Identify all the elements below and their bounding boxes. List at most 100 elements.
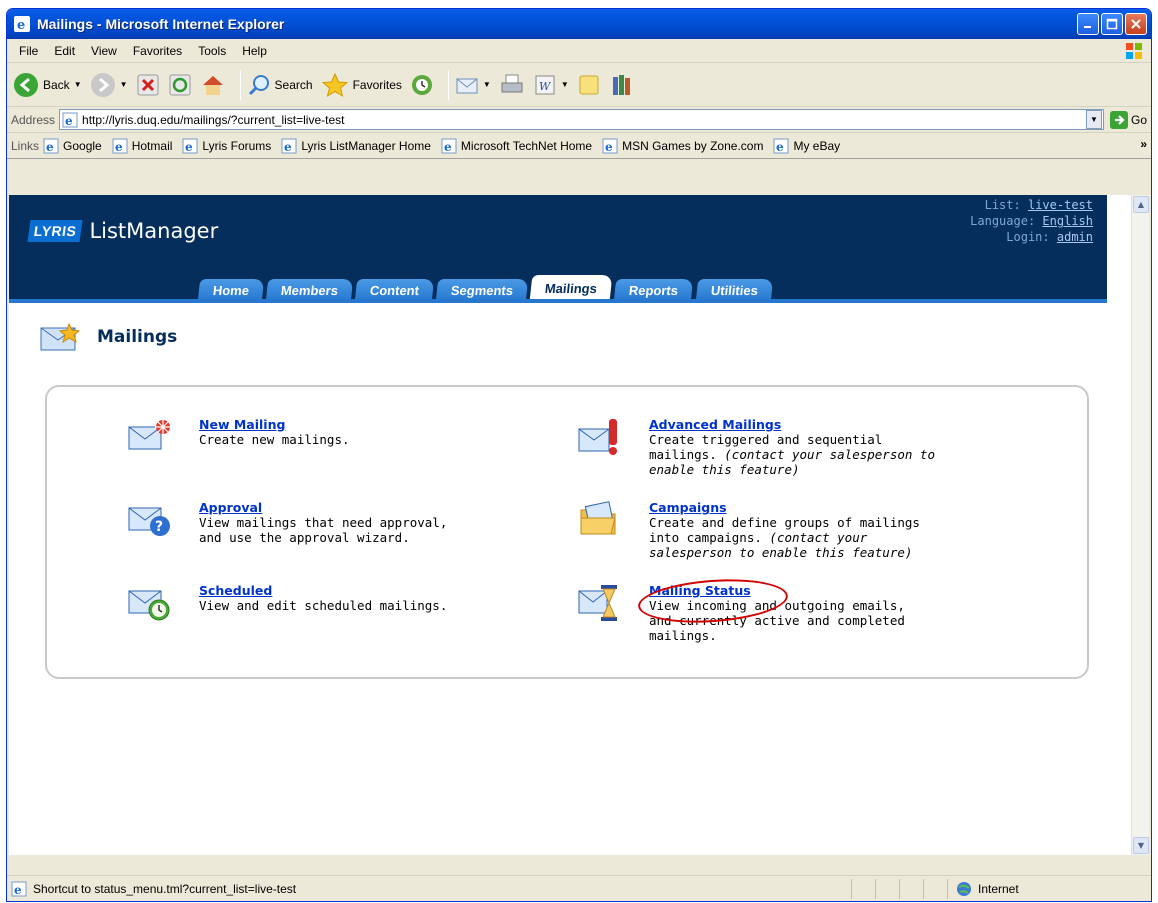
tab-home[interactable]: Home [197,279,265,301]
status-message: e Shortcut to status_menu.tml?current_li… [7,881,851,897]
forward-arrow-icon [90,72,115,97]
ie-page-icon: e [773,138,789,154]
title-bar: e Mailings - Microsoft Internet Explorer [7,9,1151,39]
lyris-header: LYRIS ListManager List: live-test Langua… [9,195,1107,301]
go-label: Go [1130,112,1147,127]
link-lyris-listmanager-home[interactable]: e Lyris ListManager Home [281,138,431,154]
links-more-chevron-icon[interactable]: » [1140,137,1147,151]
print-button[interactable] [499,73,525,97]
svg-text:e: e [14,883,22,897]
page-heading: Mailings [39,320,177,354]
address-url: http://lyris.duq.edu/mailings/?current_l… [82,112,345,127]
back-dropdown-icon[interactable]: ▼ [74,80,82,89]
mailings-icon [40,322,81,351]
menu-edit[interactable]: Edit [46,42,83,60]
link-google[interactable]: e Google [43,138,102,154]
svg-text:e: e [17,18,25,33]
favorites-button[interactable]: Favorites [321,72,402,98]
link-lyris-forums[interactable]: e Lyris Forums [182,138,271,154]
scheduled-link[interactable]: Scheduled [199,583,447,598]
discuss-button[interactable] [577,73,601,97]
menu-view[interactable]: View [83,42,125,60]
campaigns-link[interactable]: Campaigns [649,500,920,515]
lyris-badge: LYRIS [27,220,83,242]
minimize-button[interactable] [1077,13,1099,35]
mail-dropdown-icon[interactable]: ▼ [483,80,491,89]
research-button[interactable] [609,73,635,97]
advanced-mailings-link[interactable]: Advanced Mailings [649,417,935,432]
campaigns-desc-line1: Create and define groups of mailings [649,515,920,530]
zone-text: Internet [978,881,1019,896]
ie-page-icon: e [11,881,27,897]
new-mailing-link[interactable]: New Mailing [199,417,350,432]
option-campaigns: Campaigns Create and define groups of ma… [577,500,920,560]
link-msn-games[interactable]: e MSN Games by Zone.com [602,138,763,154]
maximize-button[interactable] [1101,13,1123,35]
svg-text:?: ? [155,519,163,535]
back-label: Back [43,77,70,92]
option-new-mailing: New Mailing Create new mailings. [127,417,350,457]
close-button[interactable] [1125,13,1147,35]
tab-mailings[interactable]: Mailings [530,275,613,301]
link-hotmail[interactable]: e Hotmail [112,138,173,154]
vertical-scrollbar[interactable]: ▲ ▼ [1131,195,1149,855]
svg-text:e: e [605,140,613,154]
menu-tools[interactable]: Tools [190,42,234,60]
advanced-desc-mailings: mailings. [649,447,717,462]
forward-button[interactable]: ▼ [90,72,128,98]
login-link[interactable]: admin [1057,230,1093,244]
language-link[interactable]: English [1042,214,1093,228]
resize-grip-icon[interactable] [1137,879,1151,899]
back-button[interactable]: Back ▼ [13,72,82,98]
svg-text:e: e [46,140,54,154]
links-bar: Links e Google e Hotmail e Lyris Forums … [7,133,1151,159]
link-microsoft-technet-home[interactable]: e Microsoft TechNet Home [441,138,592,154]
print-icon [501,74,523,92]
toolbar: Back ▼ ▼ Search Favorites ▼ W ▼ [7,63,1151,107]
mailing-status-link[interactable]: Mailing Status [649,583,905,598]
tab-members[interactable]: Members [265,279,354,301]
browser-window: e Mailings - Microsoft Internet Explorer… [6,8,1152,902]
status-cell [875,878,899,899]
tab-content[interactable]: Content [355,279,435,301]
option-advanced-mailings: Advanced Mailings Create triggered and s… [577,417,935,477]
history-icon [411,74,432,95]
page-title: Mailings [97,327,178,347]
scheduled-desc: View and edit scheduled mailings. [199,598,448,613]
refresh-button[interactable] [168,73,192,97]
ie-page-icon: e [602,138,618,154]
login-label: Login: [1006,230,1050,244]
new-mailing-desc: Create new mailings. [199,432,350,447]
mail-button[interactable]: ▼ [455,73,491,97]
link-my-ebay[interactable]: e My eBay [773,138,840,154]
forward-dropdown-icon[interactable]: ▼ [120,80,128,89]
go-button[interactable]: Go [1109,110,1147,129]
edit-dropdown-icon[interactable]: ▼ [561,80,569,89]
tab-utilities[interactable]: Utilities [695,279,773,301]
edit-word-button[interactable]: W ▼ [533,73,569,97]
svg-text:e: e [284,140,292,154]
list-link[interactable]: live-test [1028,198,1093,212]
nav-tabs: Home Members Content Segments Mailings R… [197,275,776,301]
tab-segments[interactable]: Segments [436,279,529,301]
ie-page-icon: e [43,138,59,154]
address-label: Address [11,112,56,127]
address-dropdown-icon[interactable]: ▼ [1085,110,1102,129]
status-desc-line2: and currently active and completed [649,613,905,628]
list-label: List: [984,198,1021,212]
menu-file[interactable]: File [11,42,46,60]
link-label: Hotmail [131,138,173,153]
approval-link[interactable]: Approval [199,500,447,515]
campaigns-icon [580,501,616,535]
approval-desc-line2: and use the approval wizard. [199,530,410,545]
scroll-down-icon[interactable]: ▼ [1133,837,1149,854]
tab-reports[interactable]: Reports [614,279,694,301]
search-button[interactable]: Search [247,73,313,97]
home-button[interactable] [200,73,226,97]
history-button[interactable] [410,73,434,97]
menu-help[interactable]: Help [234,42,275,60]
menu-favorites[interactable]: Favorites [125,42,190,60]
address-input[interactable]: e http://lyris.duq.edu/mailings/?current… [59,109,1104,130]
stop-button[interactable] [136,73,160,97]
scroll-up-icon[interactable]: ▲ [1133,196,1149,213]
